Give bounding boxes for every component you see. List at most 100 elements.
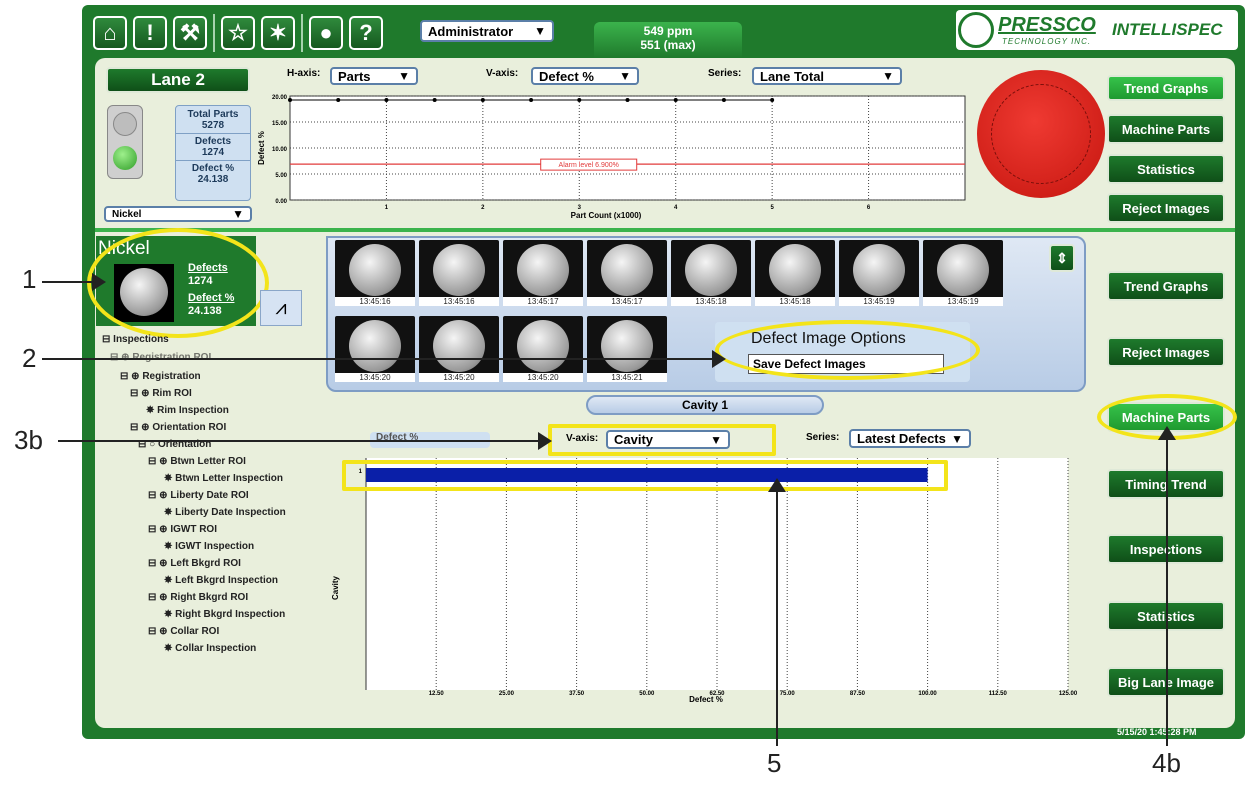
tree-registration-label: Registration bbox=[142, 371, 201, 382]
tree-inspections[interactable]: ⊟ Inspections bbox=[102, 334, 169, 345]
tree-liberty-date-inspection[interactable]: ✸ Liberty Date Inspection bbox=[164, 507, 286, 518]
defect-thumbnail[interactable]: 13:45:16 bbox=[335, 240, 415, 306]
tree-btwn-letter-roi-label: Btwn Letter ROI bbox=[170, 456, 246, 467]
cavity-series-select[interactable]: Latest Defects ▼ bbox=[849, 429, 971, 448]
defect-thumbnail[interactable]: 13:45:17 bbox=[503, 240, 583, 306]
callout-5-arrow-icon bbox=[768, 478, 786, 492]
cavity-plot-area bbox=[366, 458, 1068, 690]
defect-thumbnail[interactable]: 13:45:18 bbox=[755, 240, 835, 306]
home-icon[interactable]: ⌂ bbox=[93, 16, 127, 50]
trend-point bbox=[770, 98, 775, 102]
tree-right-bkgrd-inspection[interactable]: ✸ Right Bkgrd Inspection bbox=[164, 609, 285, 620]
trend-point bbox=[673, 98, 678, 102]
haxis-select[interactable]: Parts ▼ bbox=[330, 67, 418, 85]
defect-thumbnail[interactable]: 13:45:21 bbox=[587, 316, 667, 382]
callout-2-label: 2 bbox=[22, 343, 37, 373]
callout-3b-highlight bbox=[548, 424, 776, 456]
globe-icon[interactable]: ● bbox=[309, 16, 343, 50]
thumbnail-time: 13:45:17 bbox=[503, 297, 583, 306]
defect-thumbnail[interactable]: 13:45:17 bbox=[587, 240, 667, 306]
tree-right-bkgrd-roi[interactable]: ⊟ ⊕ Right Bkgrd ROI bbox=[148, 592, 248, 603]
compass-icon[interactable]: ⩘ bbox=[260, 290, 302, 326]
tree-left-bkgrd-inspection[interactable]: ✸ Left Bkgrd Inspection bbox=[164, 575, 278, 586]
tree-rim-roi[interactable]: ⊟ ⊕ Rim ROI bbox=[130, 388, 192, 399]
callout-4b-line bbox=[1166, 436, 1168, 746]
tree-igwt-roi-label: IGWT ROI bbox=[170, 524, 217, 535]
lane-title[interactable]: Lane 2 bbox=[106, 67, 250, 93]
trend-point bbox=[721, 98, 726, 102]
cavity-xtick: 112.50 bbox=[989, 691, 1008, 697]
tree-left-bkgrd-roi[interactable]: ⊟ ⊕ Left Bkgrd ROI bbox=[148, 558, 241, 569]
cavity-xtick: 12.50 bbox=[429, 691, 445, 697]
tree-btwn-letter-roi[interactable]: ⊟ ⊕ Btwn Letter ROI bbox=[148, 456, 246, 467]
callout-4b-label: 4b bbox=[1152, 748, 1181, 778]
thumbnail-time: 13:45:20 bbox=[419, 373, 499, 382]
tree-liberty-date-inspection-label: Liberty Date Inspection bbox=[175, 507, 286, 518]
coin-icon bbox=[601, 320, 653, 372]
top-btn-trend-graphs[interactable]: Trend Graphs bbox=[1107, 75, 1225, 101]
coin-image bbox=[977, 70, 1105, 198]
cavity-xtick: 37.50 bbox=[569, 691, 585, 697]
callout-2-line bbox=[42, 358, 722, 360]
thumbnail-time: 13:45:17 bbox=[587, 297, 667, 306]
vaxis-select[interactable]: Defect % ▼ bbox=[531, 67, 639, 85]
thumbnail-time: 13:45:18 bbox=[755, 297, 835, 306]
cavity-series-label: Series: bbox=[806, 432, 840, 443]
inspection-tree: ⊟ Inspections ⊟ ⊕ Registration ROI ⊟ ⊕ R… bbox=[102, 334, 317, 674]
haxis-label: H-axis: bbox=[287, 68, 321, 79]
cavity-chart: 12.50 25.00 37.50 50.00 62.50 75.00 87.50 100.0… bbox=[331, 458, 1078, 704]
defect-thumbnail[interactable]: 13:45:20 bbox=[335, 316, 415, 382]
defect-thumbnail[interactable]: 13:45:19 bbox=[839, 240, 919, 306]
tree-collar-inspection[interactable]: ✸ Collar Inspection bbox=[164, 643, 256, 654]
btn-trend-graphs[interactable]: Trend Graphs bbox=[1107, 271, 1225, 301]
section-divider bbox=[95, 228, 1235, 232]
toolbar-divider bbox=[301, 14, 303, 52]
thumbnail-time: 13:45:18 bbox=[671, 297, 751, 306]
star-icon[interactable]: ☆ bbox=[221, 16, 255, 50]
defect-thumbnail[interactable]: 13:45:19 bbox=[923, 240, 1003, 306]
chevron-down-icon: ▼ bbox=[232, 207, 244, 221]
tree-igwt-roi[interactable]: ⊟ ⊕ IGWT ROI bbox=[148, 524, 217, 535]
trend-point bbox=[529, 98, 534, 102]
trend-xtick: 4 bbox=[674, 205, 678, 211]
tree-liberty-date-roi[interactable]: ⊟ ⊕ Liberty Date ROI bbox=[148, 490, 249, 501]
defect-thumbnail[interactable]: 13:45:20 bbox=[503, 316, 583, 382]
product-select[interactable]: Nickel ▼ bbox=[104, 206, 252, 222]
status-light bbox=[107, 105, 143, 179]
defect-thumbnail[interactable]: 13:45:20 bbox=[419, 316, 499, 382]
thumbnail-time: 13:45:16 bbox=[335, 297, 415, 306]
chevron-down-icon: ▼ bbox=[534, 24, 546, 38]
btn-reject-images[interactable]: Reject Images bbox=[1107, 337, 1225, 367]
top-btn-statistics[interactable]: Statistics bbox=[1107, 154, 1225, 184]
scroll-updown-icon[interactable]: ⇕ bbox=[1049, 244, 1075, 272]
product-name: INTELLISPEC bbox=[1112, 20, 1223, 39]
defect-thumbnail[interactable]: 13:45:16 bbox=[419, 240, 499, 306]
coin-icon bbox=[433, 244, 485, 296]
toolbar: ⌂ ! ⚒ ☆ ✶ ● ? bbox=[93, 14, 383, 52]
chevron-down-icon: ▼ bbox=[882, 69, 894, 83]
tree-rim-inspection[interactable]: ✸ Rim Inspection bbox=[146, 405, 229, 416]
coin-icon bbox=[685, 244, 737, 296]
tree-orientation-roi[interactable]: ⊟ ⊕ Orientation ROI bbox=[130, 422, 226, 433]
total-parts-value: 5278 bbox=[201, 120, 225, 131]
help-icon[interactable]: ? bbox=[349, 16, 383, 50]
user-select[interactable]: Administrator ▼ bbox=[420, 20, 554, 42]
chevron-down-icon: ▼ bbox=[619, 69, 631, 83]
tree-btwn-letter-inspection-label: Btwn Letter Inspection bbox=[175, 473, 283, 484]
thumbnail-time: 13:45:16 bbox=[419, 297, 499, 306]
series-select[interactable]: Lane Total ▼ bbox=[752, 67, 902, 85]
lane-stats: Total Parts 5278 Defects 1274 Defect % 2… bbox=[175, 105, 251, 201]
wand-icon[interactable]: ✶ bbox=[261, 16, 295, 50]
tree-btwn-letter-inspection[interactable]: ✸ Btwn Letter Inspection bbox=[164, 473, 283, 484]
top-btn-machine-parts[interactable]: Machine Parts bbox=[1107, 114, 1225, 144]
tree-collar-roi[interactable]: ⊟ ⊕ Collar ROI bbox=[148, 626, 219, 637]
top-btn-reject-images[interactable]: Reject Images bbox=[1107, 193, 1225, 223]
trend-point bbox=[625, 98, 630, 102]
cavity-tab[interactable]: Cavity 1 bbox=[586, 395, 824, 415]
tree-registration[interactable]: ⊟ ⊕ Registration bbox=[120, 371, 201, 382]
coin-icon bbox=[517, 320, 569, 372]
alert-icon[interactable]: ! bbox=[133, 16, 167, 50]
wrench-icon[interactable]: ⚒ bbox=[173, 16, 207, 50]
tree-igwt-inspection[interactable]: ✸ IGWT Inspection bbox=[164, 541, 254, 552]
defect-thumbnail[interactable]: 13:45:18 bbox=[671, 240, 751, 306]
